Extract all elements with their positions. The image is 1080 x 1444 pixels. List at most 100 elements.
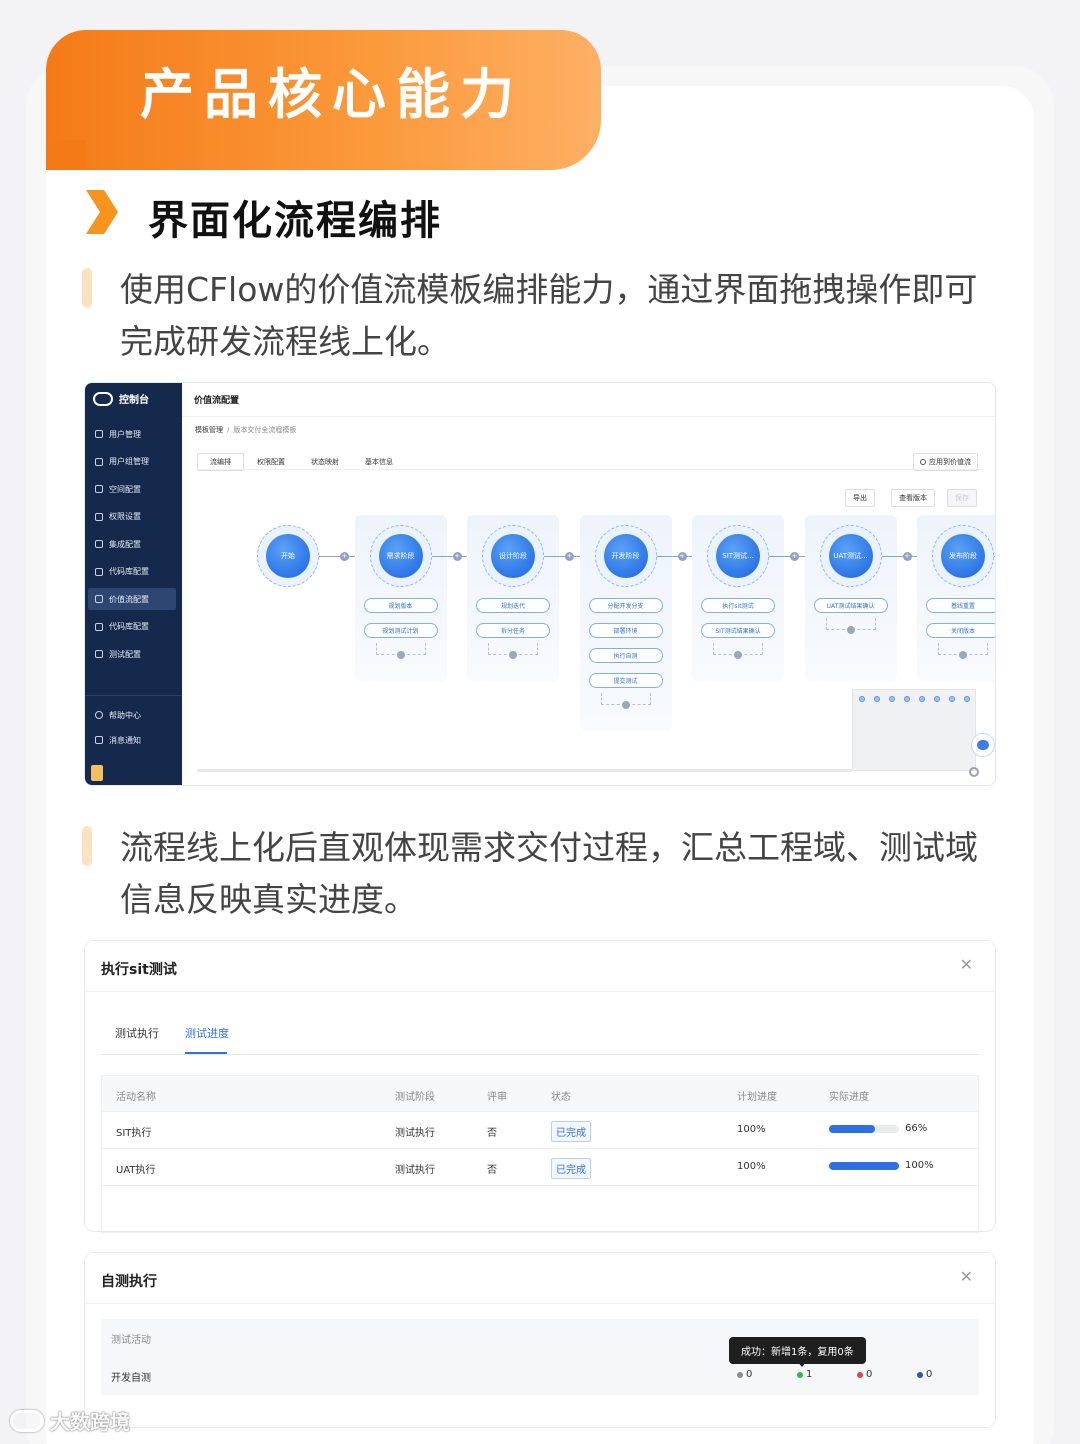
- result-count: 0: [737, 1369, 752, 1380]
- add-stage-icon[interactable]: +: [790, 552, 799, 561]
- add-task-icon[interactable]: [734, 651, 742, 659]
- table-row[interactable]: SIT执行 测试执行 否 100% 已完成 66%: [102, 1112, 978, 1149]
- menu-icon: [95, 622, 103, 631]
- table-row[interactable]: UAT执行 测试执行 否 100% 已完成 100%: [102, 1149, 978, 1186]
- stage-node[interactable]: UAT测试...: [819, 525, 882, 587]
- chevron-right-icon: [86, 190, 118, 234]
- page-header: 价值流配置: [182, 383, 995, 417]
- column-header: 测试阶段: [395, 1092, 435, 1103]
- console-sidebar: 控制台 用户管理 用户组管理 空间配置 权限设置 集成配置 代码库配置 价值流配置 代码库配置…: [85, 383, 182, 785]
- paragraph-2: 流程线上化后直观体现需求交付过程，汇总工程域、测试域信息反映真实进度。: [120, 828, 978, 919]
- task-node[interactable]: 关闭版本: [926, 623, 995, 638]
- add-stage-icon[interactable]: +: [677, 552, 687, 561]
- task-node[interactable]: 拆分任务: [476, 623, 550, 638]
- activity-name: 开发自测: [111, 1373, 151, 1384]
- console-brand[interactable]: 控制台: [93, 391, 149, 406]
- add-task-icon[interactable]: [959, 651, 967, 659]
- add-task-icon[interactable]: [396, 651, 405, 659]
- sidebar-item-help[interactable]: 帮助中心: [85, 704, 182, 726]
- minimap-node: [964, 696, 970, 702]
- task-node[interactable]: 分配开发分支: [588, 598, 663, 613]
- cell-stage: 测试执行: [395, 1128, 435, 1139]
- progress-fill: [829, 1162, 899, 1170]
- sidebar-item[interactable]: 用户管理: [85, 423, 182, 445]
- tab-test-progress[interactable]: 测试进度: [185, 1025, 229, 1041]
- task-node[interactable]: 规划版本: [363, 598, 438, 613]
- progress-table: 活动名称 测试阶段 评审 状态 计划进度 实际进度 SIT执行 测试执行否 100%…: [101, 1075, 979, 1233]
- apply-to-flow-checkbox[interactable]: 应用到价值流: [913, 453, 978, 471]
- menu-icon: [95, 457, 103, 466]
- close-icon[interactable]: ✕: [960, 1267, 973, 1286]
- add-task-icon[interactable]: [509, 651, 517, 659]
- breadcrumb-current: 版本交付全流程模板: [233, 426, 297, 434]
- progress-label: 100%: [905, 1160, 934, 1171]
- sidebar-item-label: 用户管理: [109, 429, 141, 439]
- task-node[interactable]: 部署环境: [588, 623, 663, 638]
- tab-test-execution[interactable]: 测试执行: [115, 1025, 159, 1041]
- quote-bar: [82, 826, 92, 866]
- stage-label: 设计阶段: [491, 534, 535, 578]
- task-node[interactable]: 提交测试: [588, 673, 663, 688]
- stage-node[interactable]: SIT测试...: [707, 525, 769, 587]
- stage-node[interactable]: 设计阶段: [482, 525, 544, 587]
- logo-icon: [93, 391, 113, 406]
- add-stage-icon[interactable]: +: [452, 552, 462, 561]
- sidebar-item-label: 测试配置: [109, 649, 141, 659]
- quote-bar: [82, 268, 92, 308]
- menu-icon: [95, 567, 103, 576]
- sidebar-item[interactable]: 空间配置: [85, 478, 182, 500]
- add-stage-icon[interactable]: +: [340, 552, 349, 561]
- column-header: 测试活动: [111, 1335, 151, 1346]
- stage-label: 开始: [266, 534, 310, 578]
- count-value: 0: [746, 1369, 753, 1380]
- breadcrumb-parent[interactable]: 模板管理: [195, 426, 223, 434]
- sidebar-item-label: 消息通知: [109, 735, 141, 745]
- banner-notch: [46, 140, 86, 170]
- minimap-node: [904, 696, 910, 702]
- horizontal-scrollbar[interactable]: [197, 769, 852, 772]
- task-node[interactable]: SIT测试结果确认: [701, 623, 775, 638]
- sidebar-item[interactable]: 用户组管理: [85, 451, 182, 473]
- sidebar-item-label: 价值流配置: [109, 594, 149, 604]
- task-node[interactable]: 执行sit测试: [701, 598, 775, 613]
- page-title: 价值流配置: [194, 396, 240, 406]
- sit-test-panel: 执行sit测试 ✕ 测试执行 测试进度 活动名称 测试阶段 评审 状态 计划进度…: [84, 940, 996, 1233]
- add-task-icon[interactable]: [846, 626, 855, 634]
- sidebar-item[interactable]: 集成配置: [85, 533, 182, 555]
- flow-minimap[interactable]: [852, 689, 976, 771]
- stage-node[interactable]: 发布阶段: [932, 525, 994, 587]
- sidebar-item[interactable]: 权限设置: [85, 506, 182, 528]
- banner-title: 产品核心能力: [140, 63, 524, 126]
- result-tooltip: 成功：新增1条，复用0条: [729, 1337, 866, 1364]
- minimap-node: [889, 696, 895, 702]
- assistant-bot-icon[interactable]: [971, 733, 995, 757]
- task-node[interactable]: 基线重置: [926, 598, 995, 613]
- count-value: 0: [866, 1369, 873, 1380]
- task-node[interactable]: 执行自测: [588, 648, 663, 663]
- cell-review: 否: [487, 1128, 497, 1139]
- sidebar-item[interactable]: 价值流配置: [88, 588, 176, 610]
- close-icon[interactable]: ✕: [960, 955, 973, 974]
- user-badge[interactable]: [91, 765, 103, 781]
- task-node[interactable]: UAT测试结果确认: [813, 598, 888, 613]
- sidebar-item[interactable]: 测试配置: [85, 643, 182, 665]
- stage-node[interactable]: 需求阶段: [369, 525, 432, 587]
- add-stage-icon[interactable]: +: [565, 552, 574, 561]
- stage-label: 发布阶段: [941, 534, 985, 578]
- self-test-panel: 自测执行 ✕ 测试活动 开发自测 成功：新增1条，复用0条 0 1 0 0: [84, 1252, 996, 1428]
- sidebar-item-label: 集成配置: [109, 539, 141, 549]
- stage-label: SIT测试...: [716, 534, 760, 578]
- add-stage-icon[interactable]: +: [902, 552, 912, 561]
- zoom-icon[interactable]: [969, 767, 979, 777]
- sidebar-item[interactable]: 代码库配置: [85, 561, 182, 583]
- stage-node[interactable]: 开始: [257, 525, 319, 587]
- sidebar-item-notifications[interactable]: 消息通知: [85, 729, 182, 751]
- sidebar-item[interactable]: 代码库配置: [85, 616, 182, 638]
- task-node[interactable]: 规划迭代: [476, 598, 550, 613]
- task-node[interactable]: 规划测试计划: [363, 623, 438, 638]
- flow-config-screenshot: 控制台 用户管理 用户组管理 空间配置 权限设置 集成配置 代码库配置 价值流配置 代码库配置…: [84, 382, 996, 786]
- stage-node[interactable]: 开发阶段: [594, 525, 657, 587]
- stage-connector: [994, 556, 995, 557]
- add-task-icon[interactable]: [621, 701, 630, 709]
- stage-label: 开发阶段: [603, 534, 648, 578]
